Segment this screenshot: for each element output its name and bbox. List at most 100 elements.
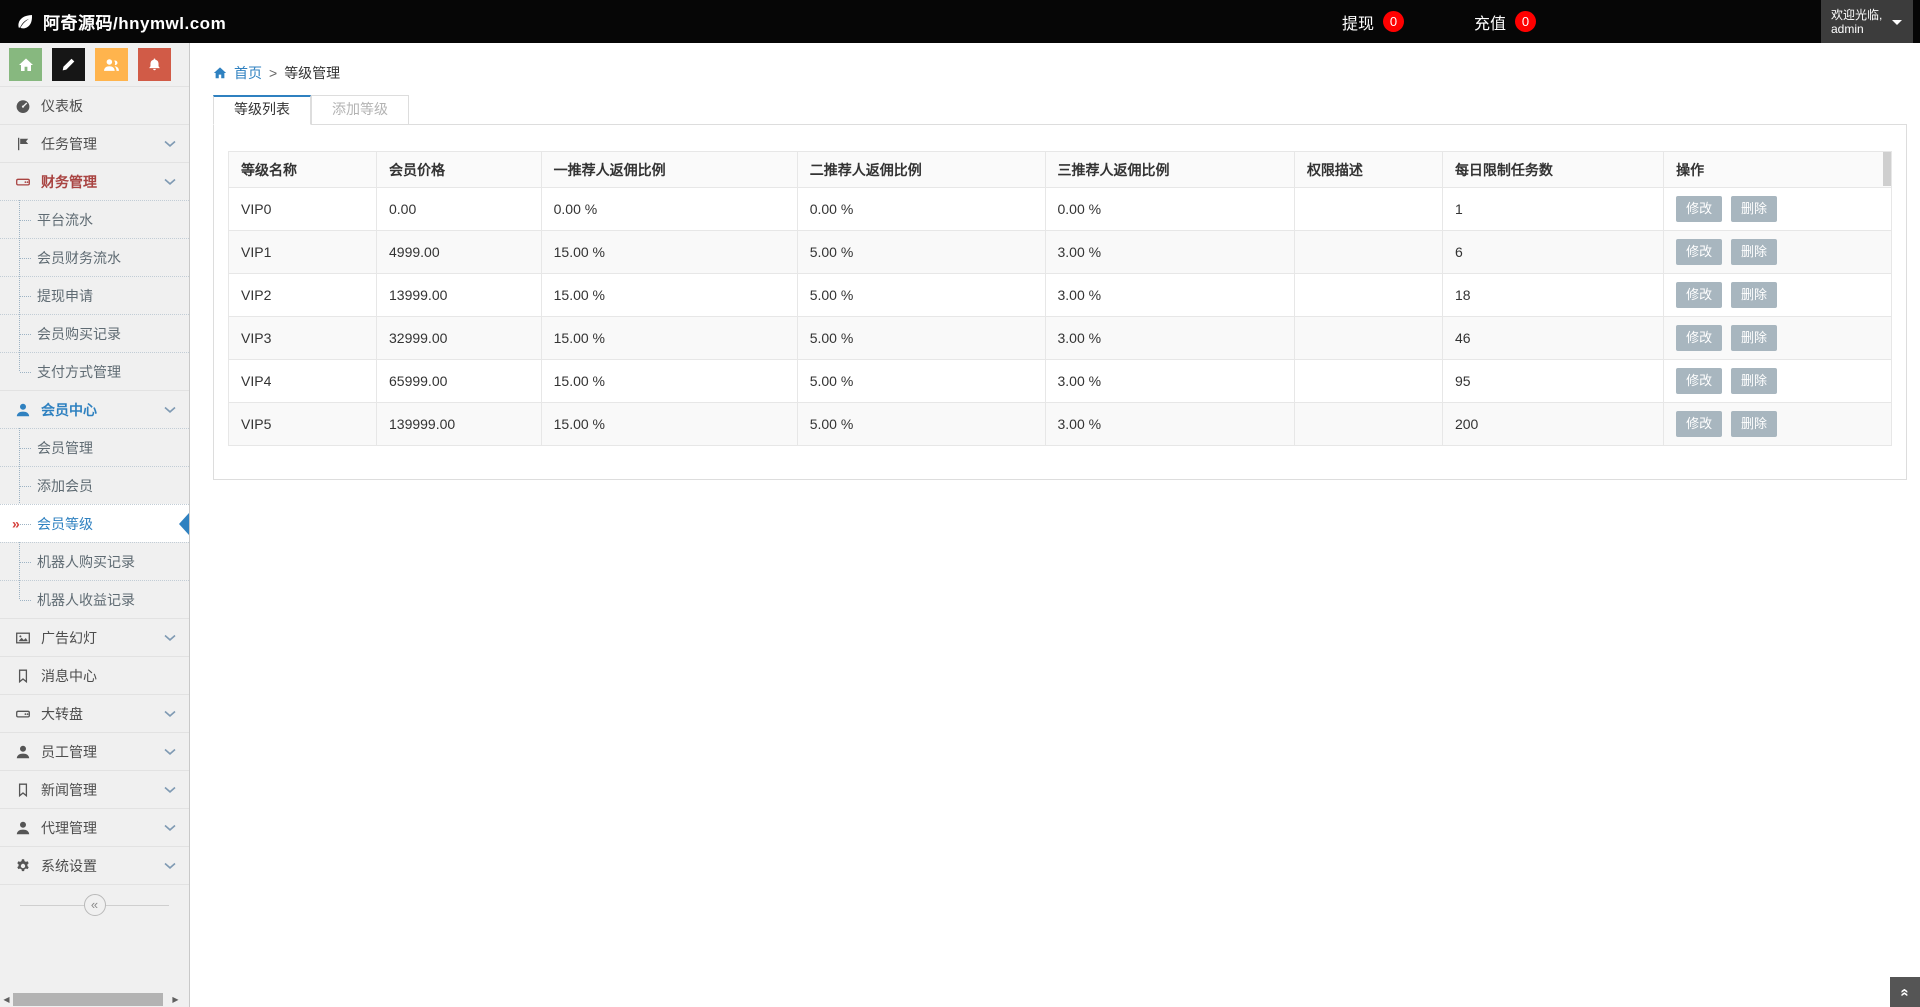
cell-rebate1: 0.00 % bbox=[541, 188, 797, 231]
sidebar-item-news-management[interactable]: 新闻管理 bbox=[0, 770, 189, 808]
recharge-link[interactable]: 充值 0 bbox=[1474, 0, 1536, 43]
sidebar-item-member-purchase-records[interactable]: 会员购买记录 bbox=[0, 314, 189, 352]
breadcrumb-separator: > bbox=[269, 65, 277, 81]
sidebar-item-ad-slides[interactable]: 广告幻灯 bbox=[0, 618, 189, 656]
cell-price: 4999.00 bbox=[377, 231, 542, 274]
chevron-down-icon bbox=[164, 406, 176, 413]
sidebar: 仪表板 任务管理 财务管理 平台流水 会员财务流水 提现申请 会员购买记录 支付… bbox=[0, 43, 190, 1007]
cell-rebate1: 15.00 % bbox=[541, 231, 797, 274]
withdraw-label: 提现 bbox=[1342, 10, 1374, 34]
sidebar-item-label: 会员财务流水 bbox=[37, 248, 121, 268]
bell-quick-button[interactable] bbox=[138, 48, 171, 81]
sidebar-item-label: 消息中心 bbox=[41, 666, 97, 686]
users-icon bbox=[103, 56, 120, 73]
sidebar-item-label: 仪表板 bbox=[41, 96, 83, 116]
sidebar-item-system-settings[interactable]: 系统设置 bbox=[0, 846, 189, 884]
back-to-top-button[interactable]: « bbox=[1890, 977, 1920, 1007]
sidebar-item-message-center[interactable]: 消息中心 bbox=[0, 656, 189, 694]
delete-button[interactable]: 删除 bbox=[1731, 239, 1777, 265]
breadcrumb-current: 等级管理 bbox=[284, 63, 340, 83]
cell-rebate3: 3.00 % bbox=[1045, 231, 1294, 274]
scrollbar-thumb[interactable] bbox=[13, 993, 163, 1006]
sidebar-item-payment-method-management[interactable]: 支付方式管理 bbox=[0, 352, 189, 390]
withdraw-link[interactable]: 提现 0 bbox=[1342, 0, 1404, 43]
drive-icon bbox=[14, 706, 32, 722]
delete-button[interactable]: 删除 bbox=[1731, 325, 1777, 351]
scroll-right-arrow-icon[interactable]: ▶ bbox=[169, 995, 182, 1004]
cell-rebate1: 15.00 % bbox=[541, 360, 797, 403]
sidebar-horizontal-scrollbar[interactable]: ◀ ▶ bbox=[0, 992, 189, 1007]
cell-permission bbox=[1294, 403, 1442, 446]
sidebar-item-member-center[interactable]: 会员中心 bbox=[0, 390, 189, 428]
sidebar-item-robot-income-records[interactable]: 机器人收益记录 bbox=[0, 580, 189, 618]
quick-buttons-row bbox=[0, 43, 189, 86]
delete-button[interactable]: 删除 bbox=[1731, 282, 1777, 308]
cell-permission bbox=[1294, 188, 1442, 231]
home-quick-button[interactable] bbox=[9, 48, 42, 81]
modify-button[interactable]: 修改 bbox=[1676, 368, 1722, 394]
delete-button[interactable]: 删除 bbox=[1731, 411, 1777, 437]
tab-add-level[interactable]: 添加等级 bbox=[311, 95, 409, 125]
sidebar-item-label: 财务管理 bbox=[41, 172, 97, 192]
sidebar-item-add-member[interactable]: 添加会员 bbox=[0, 466, 189, 504]
member-submenu: 会员管理 添加会员 » 会员等级 机器人购买记录 机器人收益记录 bbox=[0, 428, 189, 618]
sidebar-item-member-level[interactable]: » 会员等级 bbox=[0, 504, 189, 542]
delete-button[interactable]: 删除 bbox=[1731, 196, 1777, 222]
bookmark-icon bbox=[14, 782, 32, 798]
sidebar-item-member-management[interactable]: 会员管理 bbox=[0, 428, 189, 466]
sidebar-item-finance-management[interactable]: 财务管理 bbox=[0, 162, 189, 200]
active-marker-icon: » bbox=[12, 515, 20, 531]
cell-level: VIP0 bbox=[229, 188, 377, 231]
cell-rebate2: 5.00 % bbox=[797, 274, 1045, 317]
sidebar-item-lucky-wheel[interactable]: 大转盘 bbox=[0, 694, 189, 732]
table-vertical-scrollbar-thumb[interactable] bbox=[1883, 152, 1891, 186]
sidebar-item-label: 大转盘 bbox=[41, 704, 83, 724]
sidebar-item-dashboard[interactable]: 仪表板 bbox=[0, 86, 189, 124]
sidebar-item-withdraw-requests[interactable]: 提现申请 bbox=[0, 276, 189, 314]
sidebar-item-robot-purchase-records[interactable]: 机器人购买记录 bbox=[0, 542, 189, 580]
modify-button[interactable]: 修改 bbox=[1676, 196, 1722, 222]
cell-permission bbox=[1294, 317, 1442, 360]
pencil-icon bbox=[61, 57, 76, 72]
users-quick-button[interactable] bbox=[95, 48, 128, 81]
table-row: VIP4 65999.00 15.00 % 5.00 % 3.00 % 95 修… bbox=[229, 360, 1892, 403]
double-angle-up-icon: « bbox=[1897, 988, 1914, 996]
tab-level-list[interactable]: 等级列表 bbox=[213, 95, 311, 125]
sidebar-item-staff-management[interactable]: 员工管理 bbox=[0, 732, 189, 770]
sidebar-collapse-toggle[interactable]: « bbox=[0, 884, 189, 924]
leaf-icon bbox=[16, 13, 34, 31]
modify-button[interactable]: 修改 bbox=[1676, 325, 1722, 351]
delete-button[interactable]: 删除 bbox=[1731, 368, 1777, 394]
sidebar-item-label: 新闻管理 bbox=[41, 780, 97, 800]
modify-button[interactable]: 修改 bbox=[1676, 282, 1722, 308]
sidebar-item-label: 支付方式管理 bbox=[37, 362, 121, 382]
chevron-down-icon bbox=[164, 634, 176, 641]
cell-daily-limit: 18 bbox=[1442, 274, 1663, 317]
sidebar-item-platform-flow[interactable]: 平台流水 bbox=[0, 200, 189, 238]
sidebar-item-label: 机器人收益记录 bbox=[37, 590, 135, 610]
cell-actions: 修改 删除 bbox=[1664, 403, 1892, 446]
chevron-down-icon bbox=[164, 748, 176, 755]
cell-actions: 修改 删除 bbox=[1664, 188, 1892, 231]
sidebar-item-label: 广告幻灯 bbox=[41, 628, 97, 648]
column-header-rebate3: 三推荐人返佣比例 bbox=[1045, 152, 1294, 188]
table-header-row: 等级名称 会员价格 一推荐人返佣比例 二推荐人返佣比例 三推荐人返佣比例 权限描… bbox=[229, 152, 1892, 188]
cell-level: VIP2 bbox=[229, 274, 377, 317]
breadcrumb-home-link[interactable]: 首页 bbox=[234, 63, 262, 83]
column-header-daily-limit: 每日限制任务数 bbox=[1442, 152, 1663, 188]
sidebar-item-member-finance-flow[interactable]: 会员财务流水 bbox=[0, 238, 189, 276]
pencil-quick-button[interactable] bbox=[52, 48, 85, 81]
sidebar-item-label: 代理管理 bbox=[41, 818, 97, 838]
modify-button[interactable]: 修改 bbox=[1676, 239, 1722, 265]
double-angle-left-icon: « bbox=[84, 894, 106, 916]
sidebar-item-agent-management[interactable]: 代理管理 bbox=[0, 808, 189, 846]
finance-submenu: 平台流水 会员财务流水 提现申请 会员购买记录 支付方式管理 bbox=[0, 200, 189, 390]
sidebar-item-task-management[interactable]: 任务管理 bbox=[0, 124, 189, 162]
modify-button[interactable]: 修改 bbox=[1676, 411, 1722, 437]
breadcrumb: 首页 > 等级管理 bbox=[213, 63, 1920, 83]
cell-level: VIP1 bbox=[229, 231, 377, 274]
cell-permission bbox=[1294, 274, 1442, 317]
cell-rebate2: 5.00 % bbox=[797, 317, 1045, 360]
scroll-left-arrow-icon[interactable]: ◀ bbox=[0, 995, 13, 1004]
user-menu[interactable]: 欢迎光临, admin bbox=[1821, 0, 1913, 43]
